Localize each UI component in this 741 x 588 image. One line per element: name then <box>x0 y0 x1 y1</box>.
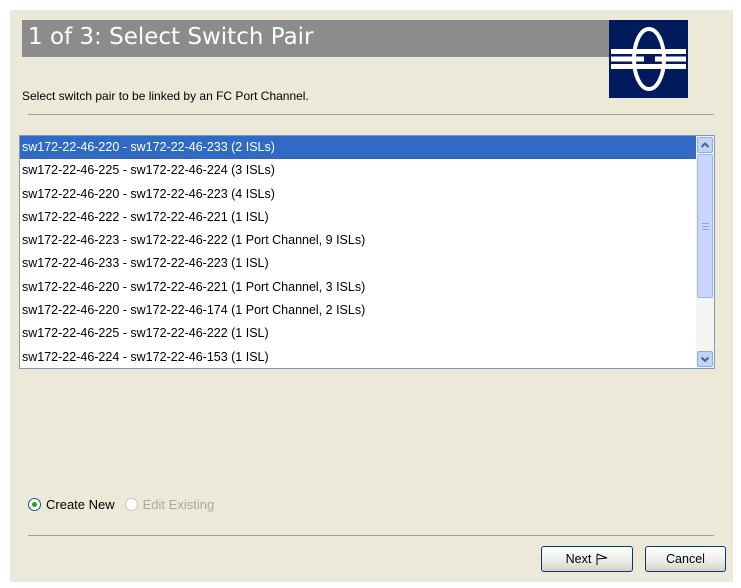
wizard-title-bar: 1 of 3: Select Switch Pair <box>22 20 612 57</box>
switch-pair-item[interactable]: sw172-22-46-222 - sw172-22-46-221 (1 ISL… <box>20 206 696 229</box>
grip-line <box>702 226 709 227</box>
chevron-up-icon <box>700 142 710 148</box>
divider <box>28 535 714 536</box>
mode-radio-group: Create New Edit Existing <box>28 497 224 512</box>
cancel-button[interactable]: Cancel <box>645 546 726 572</box>
edit-existing-radio <box>124 498 138 511</box>
switch-pair-item[interactable]: sw172-22-46-233 - sw172-22-46-223 (1 ISL… <box>20 252 696 275</box>
divider <box>28 114 714 115</box>
switch-pair-item[interactable]: sw172-22-46-225 - sw172-22-46-224 (3 ISL… <box>20 159 696 182</box>
switch-pair-items: sw172-22-46-220 - sw172-22-46-233 (2 ISL… <box>20 136 696 368</box>
flag-icon <box>596 553 608 565</box>
switch-pair-item[interactable]: sw172-22-46-225 - sw172-22-46-222 (1 ISL… <box>20 322 696 345</box>
scroll-thumb[interactable] <box>697 154 713 298</box>
switch-pair-item[interactable]: sw172-22-46-223 - sw172-22-46-222 (1 Por… <box>20 229 696 252</box>
switch-pair-item[interactable]: sw172-22-46-220 - sw172-22-46-174 (1 Por… <box>20 299 696 322</box>
switch-pair-item[interactable]: sw172-22-46-224 - sw172-22-46-153 (1 ISL… <box>20 346 696 368</box>
create-new-radio[interactable] <box>28 498 41 511</box>
cancel-button-label: Cancel <box>666 552 705 566</box>
grip-line <box>702 229 709 230</box>
switch-pair-item[interactable]: sw172-22-46-220 - sw172-22-46-221 (1 Por… <box>20 276 696 299</box>
wizard-instructions: Select switch pair to be linked by an FC… <box>22 89 309 103</box>
chevron-down-icon <box>700 356 710 363</box>
scroll-up-button[interactable] <box>697 137 713 153</box>
next-button[interactable]: Next <box>541 546 633 572</box>
switch-pair-list[interactable]: sw172-22-46-220 - sw172-22-46-233 (2 ISL… <box>19 135 715 369</box>
edit-existing-label: Edit Existing <box>142 497 215 512</box>
next-button-label: Next <box>565 552 592 566</box>
grip-line <box>702 223 709 224</box>
switch-pair-item[interactable]: sw172-22-46-220 - sw172-22-46-223 (4 ISL… <box>20 183 696 206</box>
vertical-scrollbar[interactable] <box>696 136 714 368</box>
create-new-label[interactable]: Create New <box>46 497 115 512</box>
cisco-bridge-logo-icon <box>609 20 688 98</box>
scroll-down-button[interactable] <box>697 351 713 367</box>
switch-pair-item[interactable]: sw172-22-46-220 - sw172-22-46-233 (2 ISL… <box>20 136 696 160</box>
wizard-title: 1 of 3: Select Switch Pair <box>28 24 314 50</box>
